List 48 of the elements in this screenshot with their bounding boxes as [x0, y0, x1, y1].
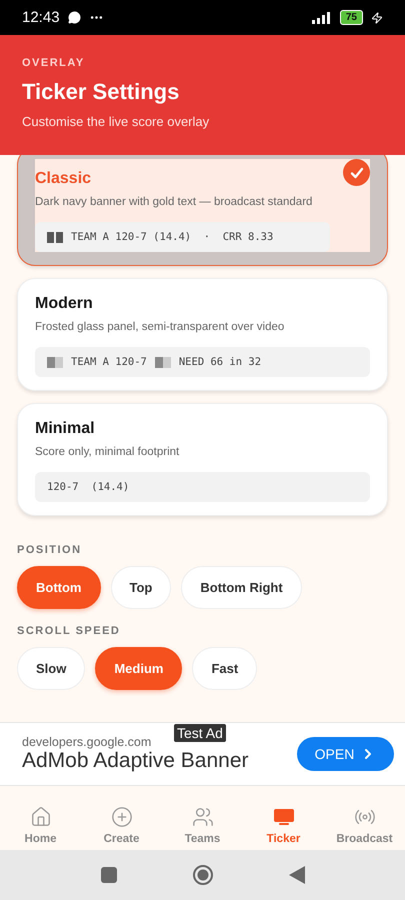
preview-text: 120-7 (14.4) [47, 481, 130, 493]
page-subtitle: Customise the live score overlay [22, 114, 210, 129]
back-icon[interactable] [288, 866, 304, 884]
style-description: Dark navy banner with gold text — broadcast standard [35, 196, 314, 208]
style-card[interactable]: Modern Frosted glass panel, semi-transparent over video TEAM A 120-7 NEED 66 in 32 [17, 278, 388, 391]
option-chip[interactable]: Slow [17, 647, 86, 690]
preview-text: TEAM A 120-7 (14.4) · CRR 8.33 [71, 231, 274, 243]
style-card[interactable]: Classic Dark navy banner with gold text — broadcast standard TEAM A 120-7 (14.4) · CRR 8.33 [17, 155, 388, 266]
nav-tab[interactable]: Teams [162, 805, 243, 846]
option-chip[interactable]: Top [110, 566, 172, 609]
nav-tab[interactable]: Ticker [243, 805, 324, 846]
preview-text: TEAM A 120-7 [71, 356, 147, 368]
ad-domain: developers.google.com [22, 735, 152, 749]
screen-icon [272, 806, 294, 828]
option-chip[interactable]: Medium [95, 647, 182, 690]
option-chip[interactable]: Fast [192, 647, 258, 690]
recents-icon[interactable] [100, 867, 116, 883]
home-button-icon[interactable] [192, 864, 214, 886]
swatch-icon [47, 232, 63, 242]
header-eyebrow: OVERLAY [22, 57, 86, 69]
style-name: Modern [35, 295, 93, 313]
nav-tab[interactable]: Broadcast [324, 805, 405, 846]
preview-text: NEED 66 in 32 [178, 356, 262, 368]
style-name: Classic [35, 170, 92, 188]
ad-title: AdMob Adaptive Banner [22, 749, 250, 773]
style-card[interactable]: Minimal Score only, minimal footprint 120-7 (14.4) [17, 403, 388, 516]
option-chip[interactable]: Bottom [17, 566, 100, 609]
battery-level: 75 [340, 10, 363, 25]
nav-tab[interactable]: Create [81, 805, 162, 846]
style-description: Frosted glass panel, semi-transparent over video [35, 321, 286, 333]
option-chip[interactable]: Bottom Right [181, 566, 302, 609]
open-button[interactable]: OPEN [297, 737, 394, 771]
charging-icon [371, 12, 383, 24]
page-title: Ticker Settings [22, 79, 180, 105]
home-icon [30, 806, 52, 828]
test-ad-badge: Test Ad [174, 724, 226, 742]
style-name: Minimal [35, 420, 95, 438]
swatch-icon [47, 356, 63, 368]
swatch-icon [154, 356, 171, 368]
style-description: Score only, minimal footprint [35, 446, 180, 458]
section-label: SCROLL SPEED [17, 625, 122, 637]
chat-icon [68, 11, 81, 24]
plus-circle-icon [110, 806, 132, 828]
clock: 12:43 [22, 9, 60, 26]
section-label: POSITION [17, 544, 83, 556]
nav-tab[interactable]: Home [0, 805, 81, 846]
signal-icon [310, 12, 332, 24]
people-icon [192, 806, 214, 828]
